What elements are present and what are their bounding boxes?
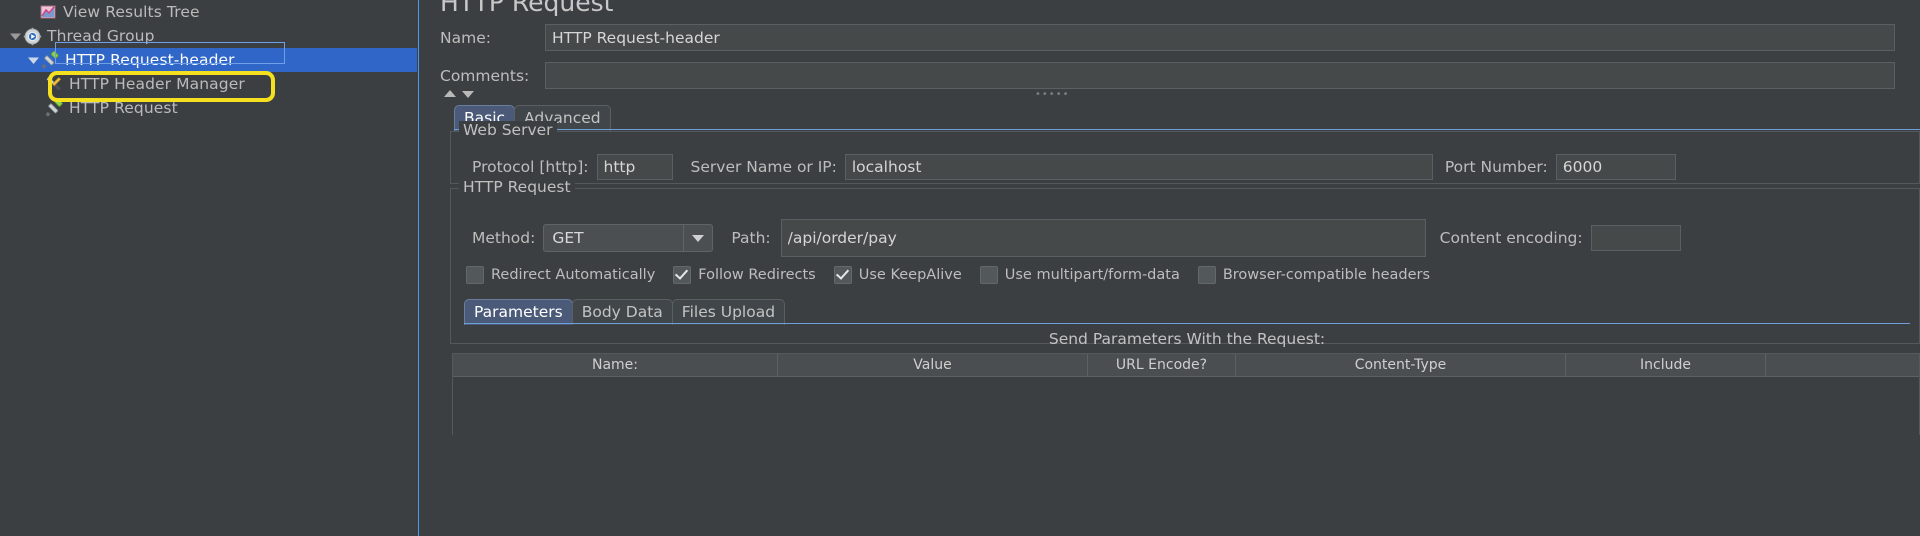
sub-tab-underline [464, 323, 1910, 324]
comments-row: Comments: [440, 62, 1910, 89]
method-path-row: Method: GET Path: Content encoding: [472, 219, 1681, 257]
port-number-input[interactable] [1555, 154, 1676, 180]
port-number-label: Port Number: [1444, 158, 1548, 176]
parameters-table-body[interactable] [453, 377, 1919, 437]
checkbox-box[interactable] [1197, 266, 1216, 284]
content-encoding-label: Content encoding: [1439, 229, 1583, 247]
tab-parameters[interactable]: Parameters [464, 299, 573, 325]
tree-item-label: HTTP Request [69, 99, 178, 117]
page-title: HTTP Request [440, 0, 614, 17]
tree-item-thread-group[interactable]: Thread Group [0, 24, 417, 48]
tab-files-upload[interactable]: Files Upload [671, 299, 786, 325]
comments-input[interactable] [545, 62, 1895, 89]
tree-item-http-request[interactable]: HTTP Request [0, 96, 417, 120]
column-header-name[interactable]: Name: [453, 354, 778, 376]
checkbox-use-multipart-form-data[interactable]: Use multipart/form-data [979, 266, 1180, 284]
tree-item-label: HTTP Request-header [65, 51, 235, 69]
method-combobox[interactable]: GET [543, 224, 714, 252]
checkbox-label: Redirect Automatically [491, 267, 656, 283]
chevron-down-icon[interactable] [683, 225, 712, 251]
chevron-down-icon[interactable] [8, 24, 22, 48]
http-request-icon [40, 50, 60, 70]
column-header-url-encode[interactable]: URL Encode? [1088, 354, 1236, 376]
protocol-input[interactable] [596, 154, 673, 180]
checkbox-redirect-automatically[interactable]: Redirect Automatically [466, 266, 655, 284]
checkbox-box[interactable] [833, 266, 852, 284]
name-input[interactable] [545, 24, 1895, 51]
http-request-group-title: HTTP Request [459, 178, 575, 196]
split-drag-handle[interactable]: ••••• [1035, 90, 1070, 100]
tree-item-label: Thread Group [47, 27, 155, 45]
chevron-down-icon[interactable] [26, 48, 40, 72]
send-parameters-caption: Send Parameters With the Request: [1048, 330, 1326, 348]
path-label: Path: [731, 229, 771, 247]
tree-item-view-results-tree[interactable]: View Results Tree [0, 0, 417, 24]
protocol-label: Protocol [http]: [472, 158, 589, 176]
tree-item-http-request-header[interactable]: HTTP Request-header [0, 48, 417, 72]
tab-body-data[interactable]: Body Data [571, 299, 673, 325]
server-name-input[interactable] [844, 154, 1433, 180]
request-options-checkbox-row: Redirect Automatically Follow Redirects … [466, 266, 1448, 284]
content-encoding-input[interactable] [1590, 225, 1681, 251]
checkbox-use-keepalive[interactable]: Use KeepAlive [833, 266, 962, 284]
http-request-editor: HTTP Request Name: Comments: ••••• Basic… [420, 0, 1920, 536]
collapse-expand-arrows[interactable] [442, 88, 476, 100]
method-label: Method: [472, 229, 536, 247]
thread-group-icon [22, 26, 42, 46]
name-label: Name: [440, 28, 491, 47]
web-server-group-title: Web Server [459, 121, 557, 139]
chevron-up-icon [444, 90, 456, 97]
checkbox-label: Follow Redirects [698, 267, 816, 283]
path-input[interactable] [780, 219, 1426, 257]
results-tree-icon [38, 2, 58, 22]
checkbox-follow-redirects[interactable]: Follow Redirects [673, 266, 816, 284]
header-manager-icon [44, 74, 64, 94]
column-header-content-type[interactable]: Content-Type [1236, 354, 1566, 376]
tree-item-label: HTTP Header Manager [69, 75, 245, 93]
checkbox-box[interactable] [466, 266, 484, 284]
checkbox-label: Browser-compatible headers [1222, 267, 1431, 283]
checkbox-label: Use KeepAlive [858, 267, 962, 283]
web-server-fields-row: Protocol [http]: Server Name or IP: Port… [472, 154, 1676, 180]
tree-item-http-header-manager[interactable]: HTTP Header Manager [0, 72, 417, 96]
checkbox-box[interactable] [673, 266, 692, 284]
column-header-include[interactable]: Include [1566, 354, 1766, 376]
checkbox-label: Use multipart/form-data [1004, 267, 1180, 283]
parameters-table[interactable]: Name: Value URL Encode? Content-Type Inc… [452, 353, 1920, 437]
method-value: GET [552, 229, 584, 247]
chevron-down-icon [462, 91, 474, 98]
tree-item-label: View Results Tree [63, 3, 200, 21]
column-header-value[interactable]: Value [778, 354, 1088, 376]
jmeter-window: View Results Tree Thread Group HTTP Requ… [0, 0, 1920, 536]
parameters-table-header: Name: Value URL Encode? Content-Type Inc… [453, 354, 1919, 377]
checkbox-browser-compatible-headers[interactable]: Browser-compatible headers [1197, 266, 1431, 284]
http-request-icon [44, 98, 64, 118]
name-row: Name: [440, 24, 1910, 51]
request-data-tab-strip[interactable]: Parameters Body Data Files Upload [464, 299, 786, 325]
tab-underline [454, 129, 1920, 130]
checkbox-box[interactable] [979, 266, 998, 284]
test-plan-tree[interactable]: View Results Tree Thread Group HTTP Requ… [0, 0, 417, 536]
server-name-label: Server Name or IP: [690, 158, 837, 176]
comments-label: Comments: [440, 66, 530, 85]
